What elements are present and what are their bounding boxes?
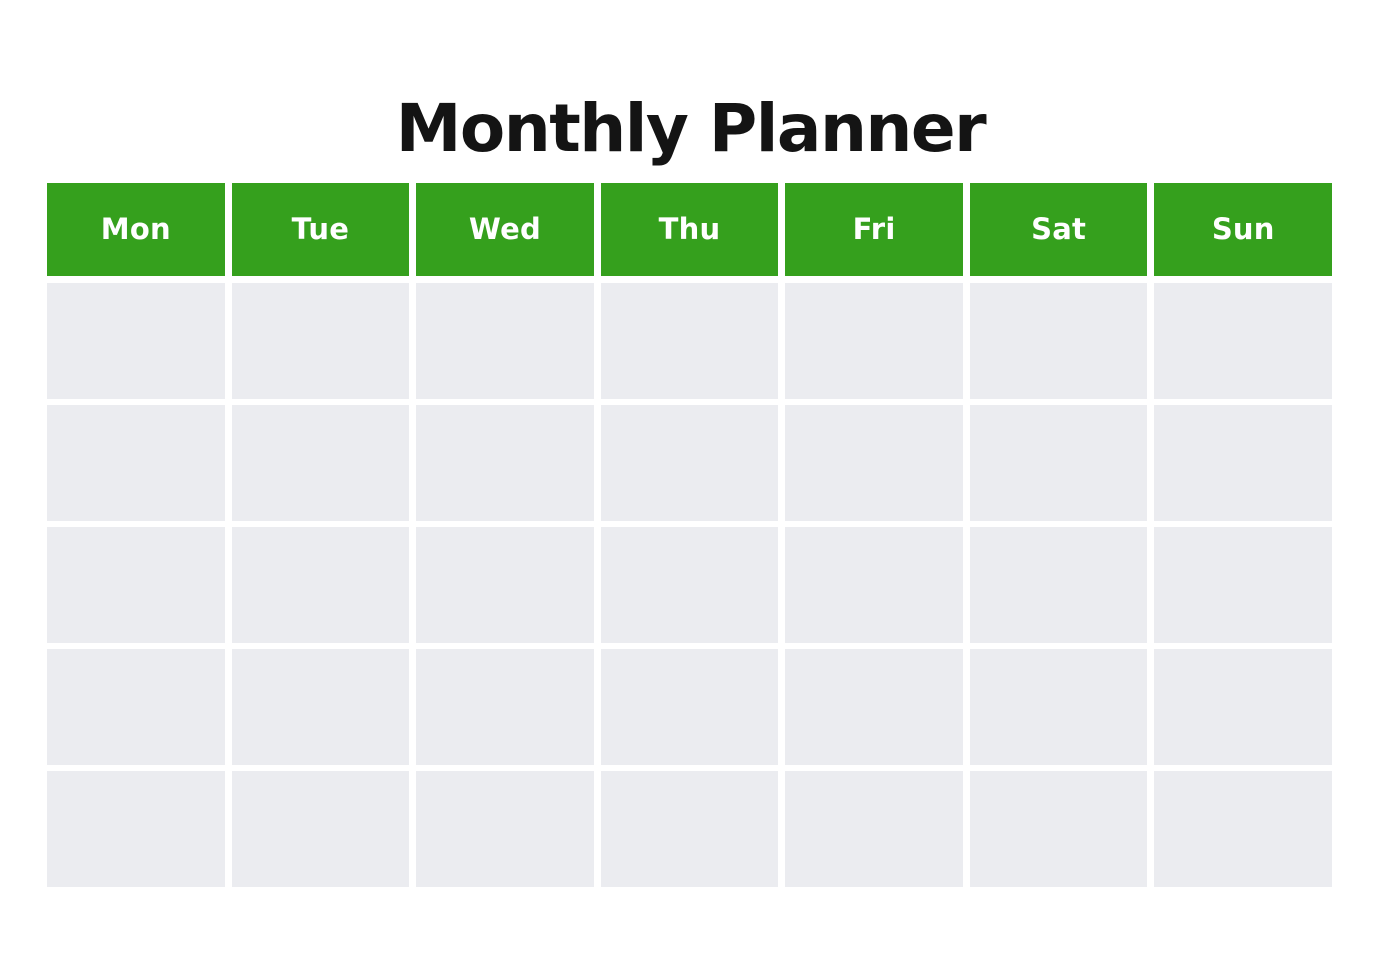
weekday-label: Tue (291, 212, 350, 246)
weekday-label: Thu (658, 212, 721, 246)
week-row (47, 771, 1332, 887)
weekday-header-sun: Sun (1154, 183, 1332, 276)
monthly-planner-page: Monthly Planner Mon Tue Wed Thu Fri Sat … (0, 0, 1381, 973)
day-cell[interactable] (1154, 771, 1332, 887)
weekday-header-mon: Mon (47, 183, 225, 276)
day-cell[interactable] (785, 283, 963, 399)
day-cell[interactable] (416, 649, 594, 765)
day-cell[interactable] (1154, 283, 1332, 399)
day-cell[interactable] (969, 283, 1148, 399)
weekday-label: Wed (468, 212, 541, 246)
day-cell[interactable] (231, 649, 410, 765)
day-cell[interactable] (231, 771, 410, 887)
weekday-header-tue: Tue (231, 183, 410, 276)
day-cell[interactable] (600, 771, 779, 887)
day-cell[interactable] (969, 527, 1148, 643)
weekday-header-thu: Thu (600, 183, 779, 276)
weekday-label: Fri (852, 212, 896, 246)
day-cell[interactable] (1154, 405, 1332, 521)
day-cell[interactable] (1154, 527, 1332, 643)
weekday-header-fri: Fri (785, 183, 963, 276)
weekday-label: Sun (1211, 212, 1275, 246)
day-cell[interactable] (47, 283, 225, 399)
day-cell[interactable] (969, 405, 1148, 521)
day-cell[interactable] (416, 405, 594, 521)
day-cell[interactable] (47, 405, 225, 521)
day-cell[interactable] (47, 649, 225, 765)
day-cell[interactable] (1154, 649, 1332, 765)
day-cell[interactable] (231, 283, 410, 399)
day-cell[interactable] (47, 771, 225, 887)
day-cell[interactable] (785, 771, 963, 887)
weekday-label: Mon (100, 212, 171, 246)
calendar-grid: Mon Tue Wed Thu Fri Sat Sun (47, 183, 1332, 887)
week-row (47, 405, 1332, 521)
weekday-label: Sat (1031, 212, 1087, 246)
day-cell[interactable] (47, 527, 225, 643)
week-row (47, 527, 1332, 643)
day-cell[interactable] (600, 527, 779, 643)
weekday-header-wed: Wed (416, 183, 594, 276)
day-cell[interactable] (416, 283, 594, 399)
weekday-header-row: Mon Tue Wed Thu Fri Sat Sun (47, 183, 1332, 276)
day-cell[interactable] (600, 405, 779, 521)
day-cell[interactable] (785, 405, 963, 521)
day-cell[interactable] (416, 771, 594, 887)
day-cell[interactable] (969, 771, 1148, 887)
day-cell[interactable] (416, 527, 594, 643)
day-cell[interactable] (600, 649, 779, 765)
week-row (47, 649, 1332, 765)
day-cell[interactable] (231, 527, 410, 643)
day-cell[interactable] (785, 649, 963, 765)
weekday-header-sat: Sat (969, 183, 1148, 276)
day-cell[interactable] (231, 405, 410, 521)
day-cell[interactable] (785, 527, 963, 643)
day-cell[interactable] (600, 283, 779, 399)
day-cell[interactable] (969, 649, 1148, 765)
page-title: Monthly Planner (395, 90, 987, 168)
week-row (47, 283, 1332, 399)
